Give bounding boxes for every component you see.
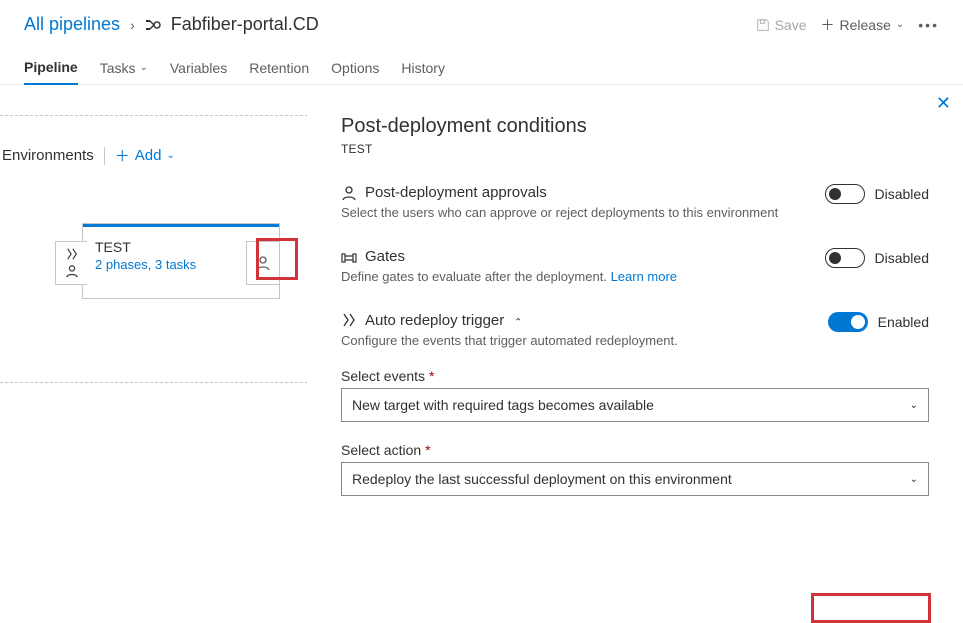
tab-pipeline-label: Pipeline (24, 59, 78, 75)
tab-tasks[interactable]: Tasks⌄ (100, 51, 148, 84)
highlight-annotation (811, 593, 931, 623)
person-icon (255, 255, 271, 271)
add-environment-button[interactable]: ＋ Add ⌄ (115, 145, 175, 166)
post-conditions-button[interactable] (246, 241, 280, 285)
approvals-toggle[interactable] (825, 184, 865, 204)
pipeline-name: Fabfiber-portal.CD (171, 14, 319, 35)
tab-variables[interactable]: Variables (170, 51, 227, 84)
breadcrumb-root[interactable]: All pipelines (24, 14, 120, 35)
tab-options-label: Options (331, 60, 379, 76)
redeploy-title: Auto redeploy trigger (365, 312, 504, 329)
chevron-down-icon: ⌄ (910, 474, 918, 485)
tab-retention[interactable]: Retention (249, 51, 309, 84)
action-select[interactable]: Redeploy the last successful deployment … (341, 462, 929, 496)
gates-toggle[interactable] (825, 248, 865, 268)
gates-icon (341, 249, 357, 265)
gates-learn-more[interactable]: Learn more (611, 269, 677, 284)
chevron-down-icon: ⌄ (896, 19, 904, 30)
person-icon (65, 264, 79, 278)
required-icon: * (425, 442, 430, 458)
gates-desc: Define gates to evaluate after the deplo… (341, 269, 929, 284)
tab-variables-label: Variables (170, 60, 227, 76)
save-button: Save (756, 17, 807, 33)
panel-environment-name: TEST (341, 142, 929, 156)
tab-history-label: History (401, 60, 445, 76)
tab-options[interactable]: Options (331, 51, 379, 84)
trigger-icon (65, 248, 79, 260)
tab-retention-label: Retention (249, 60, 309, 76)
chevron-down-icon: ⌄ (139, 62, 147, 73)
approvals-state: Disabled (875, 186, 929, 202)
environments-label: Environments (2, 147, 94, 164)
action-label: Select action * (341, 442, 929, 458)
stage-detail-link[interactable]: 2 phases, 3 tasks (95, 257, 267, 272)
save-label: Save (775, 17, 807, 33)
release-button[interactable]: ＋ Release ⌄ (821, 15, 905, 35)
chevron-down-icon: ⌄ (910, 400, 918, 411)
trigger-icon (341, 313, 357, 329)
redeploy-toggle[interactable] (828, 312, 868, 332)
add-label: Add (135, 147, 162, 164)
divider (104, 147, 105, 165)
events-label-text: Select events (341, 368, 425, 384)
events-label: Select events * (341, 368, 929, 384)
tab-history[interactable]: History (401, 51, 445, 84)
side-panel: ✕ Post-deployment conditions TEST Post-d… (307, 85, 963, 595)
redeploy-desc: Configure the events that trigger automa… (341, 333, 929, 348)
approvals-title: Post-deployment approvals (365, 184, 547, 201)
events-value: New target with required tags becomes av… (352, 397, 654, 413)
breadcrumb: All pipelines › Fabfiber-portal.CD (24, 14, 319, 35)
panel-title: Post-deployment conditions (341, 115, 929, 138)
stage-card[interactable]: TEST 2 phases, 3 tasks (82, 223, 280, 299)
events-select[interactable]: New target with required tags becomes av… (341, 388, 929, 422)
stage-title: TEST (95, 239, 267, 255)
action-label-text: Select action (341, 442, 421, 458)
more-button[interactable]: ••• (918, 17, 939, 33)
gates-title: Gates (365, 248, 405, 265)
pre-conditions-button[interactable] (55, 241, 87, 285)
redeploy-state: Enabled (878, 314, 929, 330)
chevron-up-icon: ⌄ (514, 315, 522, 326)
gates-desc-text: Define gates to evaluate after the deplo… (341, 269, 611, 284)
gates-state: Disabled (875, 250, 929, 266)
plus-icon: ＋ (115, 145, 130, 166)
pipeline-icon (145, 17, 161, 33)
plus-icon: ＋ (821, 15, 835, 35)
tab-pipeline[interactable]: Pipeline (24, 51, 78, 85)
release-label: Release (840, 17, 891, 33)
environments-header: Environments ＋ Add ⌄ (0, 145, 175, 166)
action-value: Redeploy the last successful deployment … (352, 471, 732, 487)
chevron-right-icon: › (130, 17, 135, 33)
required-icon: * (429, 368, 434, 384)
person-icon (341, 185, 357, 201)
close-button[interactable]: ✕ (936, 93, 951, 114)
tabs: Pipeline Tasks⌄ Variables Retention Opti… (0, 43, 963, 85)
approvals-desc: Select the users who can approve or reje… (341, 205, 929, 220)
tab-tasks-label: Tasks (100, 60, 136, 76)
chevron-down-icon: ⌄ (166, 150, 174, 161)
